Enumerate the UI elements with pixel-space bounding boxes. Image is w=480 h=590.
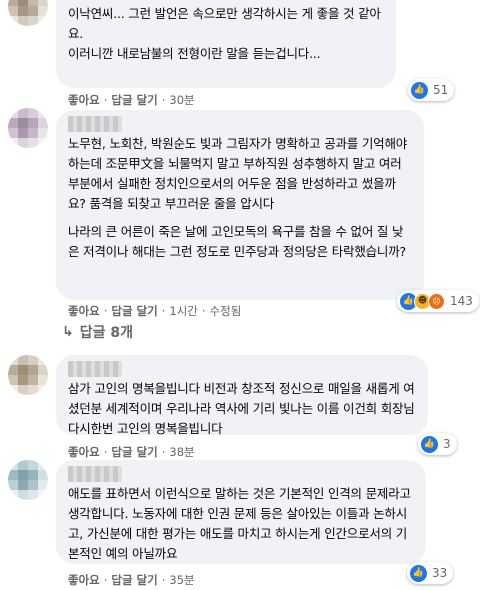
comment-actions: 좋아요 · 답글 달기 · 30분 — [68, 92, 195, 108]
comment-actions: 좋아요 · 답글 달기 · 35분 — [68, 572, 195, 588]
timestamp[interactable]: 35분 — [169, 572, 194, 588]
reaction-count: 143 — [450, 294, 473, 308]
avatar[interactable] — [8, 0, 48, 26]
comment-text: 노무현, 노회찬, 박원순도 빛과 그림자가 명확하고 공과를 기억해야 하는데… — [68, 136, 408, 211]
reply-button[interactable]: 답글 달기 — [111, 92, 157, 108]
like-button[interactable]: 좋아요 — [68, 572, 100, 588]
reaction-summary[interactable]: 👍 33 — [407, 562, 454, 584]
edited-label: 수정됨 — [209, 304, 242, 318]
reaction-summary[interactable]: 👍 51 — [408, 79, 455, 101]
comment-text: 애도를 표하면서 이런식으로 말하는 것은 기본적인 인격의 문제라고 생각합니… — [68, 486, 411, 561]
reply-arrow-icon: ↳ — [62, 324, 74, 340]
avatar[interactable] — [8, 108, 48, 148]
avatar[interactable] — [8, 355, 48, 395]
comment-actions: 좋아요 · 답글 달기 · 38분 — [68, 444, 195, 460]
reply-button[interactable]: 답글 달기 — [111, 444, 157, 460]
timestamp[interactable]: 1시간 — [169, 303, 197, 319]
author-name[interactable] — [68, 116, 122, 132]
view-replies-button[interactable]: ↳ 답글 8개 — [62, 322, 133, 342]
timestamp[interactable]: 30분 — [169, 92, 194, 108]
author-name[interactable] — [68, 361, 122, 377]
reaction-count: 33 — [432, 566, 448, 580]
timestamp[interactable]: 38분 — [169, 444, 194, 460]
comment-bubble: 애도를 표하면서 이런식으로 말하는 것은 기본적인 인격의 문제라고 생각합니… — [56, 460, 426, 564]
comment-bubble: 삼가 고인의 명복을빕니다 비전과 창조적 정신으로 매일을 새롭게 여셨던분 … — [56, 355, 428, 436]
like-button[interactable]: 좋아요 — [68, 303, 100, 319]
reaction-summary[interactable]: 👍 ☻ ☹ 143 — [397, 290, 479, 312]
comment-actions: 좋아요 · 답글 달기 · 1시간 · 수정됨 — [68, 303, 242, 319]
reply-button[interactable]: 답글 달기 — [111, 303, 157, 319]
like-icon: 👍 — [421, 435, 438, 453]
like-button[interactable]: 좋아요 — [68, 92, 100, 108]
comment-text: 삼가 고인의 명복을빕니다 비전과 창조적 정신으로 매일을 새롭게 여셨던분 … — [68, 381, 415, 436]
reaction-count: 51 — [433, 83, 449, 97]
angry-icon: ☹ — [428, 292, 445, 310]
reply-button[interactable]: 답글 달기 — [111, 572, 157, 588]
comment-text: 이낙연씨... 그런 발언은 속으로만 생각하시는 게 좋을 것 같아요. 이러… — [68, 6, 381, 61]
reaction-summary[interactable]: 👍 3 — [418, 433, 457, 455]
avatar[interactable] — [8, 460, 48, 500]
comment-bubble: 이낙연씨... 그런 발언은 속으로만 생각하시는 게 좋을 것 같아요. 이러… — [56, 0, 396, 88]
like-button[interactable]: 좋아요 — [68, 444, 100, 460]
comment-text: 나라의 큰 어른이 죽은 날에 고인모독의 욕구를 참을 수 없어 질 낮은 저… — [68, 224, 406, 259]
author-name[interactable] — [68, 466, 122, 482]
reaction-count: 3 — [443, 437, 451, 451]
comment-bubble: 노무현, 노회찬, 박원순도 빛과 그림자가 명확하고 공과를 기억해야 하는데… — [56, 110, 424, 300]
reply-count: 답글 8개 — [79, 325, 133, 341]
like-icon: 👍 — [411, 81, 428, 99]
like-icon: 👍 — [410, 564, 427, 582]
